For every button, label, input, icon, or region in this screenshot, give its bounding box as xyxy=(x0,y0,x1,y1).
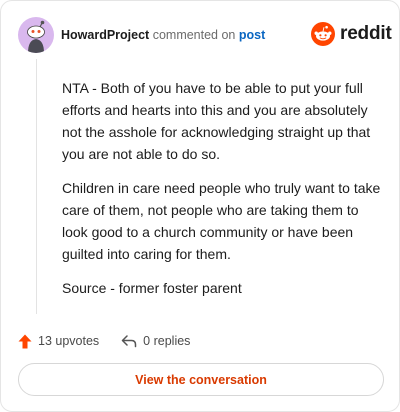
comment-paragraph: Source - former foster parent xyxy=(62,280,242,296)
thread-line xyxy=(36,59,37,314)
snoo-avatar-icon xyxy=(27,20,45,53)
view-conversation-button[interactable]: View the conversation xyxy=(18,363,384,396)
reply-button[interactable]: 0 replies xyxy=(121,334,190,348)
avatar[interactable] xyxy=(18,17,54,53)
upvote-count: 13 upvotes xyxy=(38,334,100,348)
reply-count: 0 replies xyxy=(143,334,191,348)
embedded-comment-card: HowardProject commented on post reddit N… xyxy=(0,0,400,412)
upvote-button[interactable]: 13 upvotes xyxy=(18,334,99,349)
upvote-arrow-icon xyxy=(18,334,32,348)
reddit-logo-icon xyxy=(311,22,335,46)
reply-arrow-icon xyxy=(121,335,137,348)
post-link[interactable]: post xyxy=(239,28,265,42)
reddit-wordmark: reddit xyxy=(340,23,392,44)
reddit-logo[interactable]: reddit xyxy=(311,22,392,46)
username-link[interactable]: HowardProject xyxy=(61,28,149,42)
comment-body: NTA - Both of you have to be able to put… xyxy=(62,77,382,311)
comment-actions: 13 upvotes 0 replies xyxy=(18,331,190,351)
comment-paragraph: NTA - Both of you have to be able to put… xyxy=(62,80,371,162)
comment-paragraph: Children in care need people who truly w… xyxy=(62,180,381,262)
comment-header: HowardProject commented on post xyxy=(61,27,265,43)
action-text: commented on xyxy=(152,28,236,42)
